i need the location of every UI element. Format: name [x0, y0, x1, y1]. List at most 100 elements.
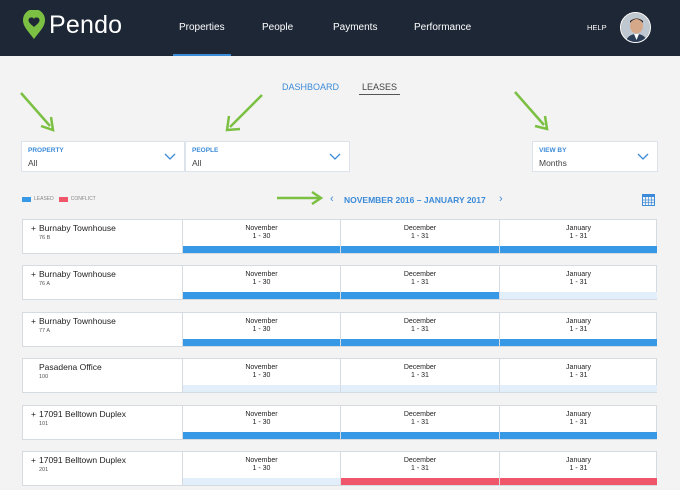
lease-bar-empty[interactable] — [183, 478, 340, 485]
lease-bar-conflict[interactable] — [500, 478, 657, 485]
nav-people[interactable]: People — [262, 0, 293, 56]
nav-properties[interactable]: Properties — [173, 0, 231, 56]
month-name: January — [566, 364, 591, 372]
lease-bar-leased[interactable] — [341, 246, 499, 253]
view-by-filter-value: Months — [539, 158, 567, 168]
property-filter[interactable]: PROPERTY All — [21, 141, 185, 172]
expand-icon[interactable]: + — [31, 316, 39, 326]
lease-bar-empty[interactable] — [183, 385, 340, 393]
month-cell[interactable]: January 1 - 31 — [499, 312, 657, 346]
month-cell[interactable]: November 1 - 30 — [182, 405, 340, 439]
month-cell[interactable]: December 1 - 31 — [340, 359, 499, 393]
month-cell[interactable]: January 1 - 31 — [499, 405, 657, 439]
lease-bar-leased[interactable] — [183, 338, 340, 346]
month-cell[interactable]: November 1 - 30 — [182, 452, 340, 485]
lease-bar-leased[interactable] — [183, 246, 340, 253]
user-avatar[interactable] — [620, 12, 651, 43]
property-unit: 201 — [39, 467, 49, 473]
month-name: November — [245, 317, 278, 325]
view-by-filter[interactable]: VIEW BY Months — [532, 141, 658, 172]
month-day-range: 1 - 31 — [411, 372, 429, 380]
logo-text: Pendo — [49, 10, 123, 39]
expand-icon[interactable]: + — [31, 269, 39, 279]
help-link[interactable]: HELP — [587, 0, 607, 56]
next-period-button[interactable]: › — [499, 193, 503, 205]
lease-row[interactable]: +17091 Belltown Duplex 101 November 1 - 30 D… — [22, 404, 657, 440]
lease-row[interactable]: + Burnaby Townhouse 76 B November 1 - 30 Dece… — [22, 219, 657, 254]
month-cell[interactable]: January 1 - 31 — [499, 359, 657, 393]
month-cell[interactable]: December 1 - 31 — [340, 312, 499, 346]
lease-row[interactable]: + Burnaby Townhouse 76 A November 1 - 30 Dece… — [22, 265, 657, 301]
month-day-range: 1 - 30 — [252, 465, 271, 472]
month-cell[interactable]: November 1 - 30 — [182, 312, 340, 346]
property-cell[interactable]: + Burnaby Townhouse 76 B — [23, 220, 182, 253]
lease-bar-empty[interactable] — [341, 385, 499, 393]
tab-dashboard[interactable]: DASHBOARD — [282, 82, 339, 92]
month-cell[interactable]: December 1 - 31 — [340, 452, 499, 485]
month-name: January — [566, 410, 591, 418]
month-cell[interactable]: January 1 - 31 — [499, 220, 657, 253]
month-cell[interactable]: December 1 - 31 — [340, 405, 499, 439]
nav-performance[interactable]: Performance — [414, 0, 471, 56]
month-day-range: 1 - 31 — [569, 233, 588, 240]
property-cell[interactable]: +17091 Belltown Duplex 201 — [23, 452, 182, 485]
lease-bar-leased[interactable] — [341, 431, 499, 439]
month-name: November — [245, 364, 278, 372]
lease-bar-leased[interactable] — [341, 338, 499, 346]
property-cell[interactable]: + Burnaby Townhouse 77 A — [23, 313, 182, 346]
property-name: +17091 Belltown Duplex — [31, 455, 126, 465]
expand-icon[interactable]: + — [31, 223, 39, 233]
chevron-down-icon — [164, 153, 176, 160]
property-filter-value: All — [28, 158, 38, 168]
month-cell[interactable]: January 1 - 31 — [499, 452, 657, 485]
property-cell[interactable]: + Burnaby Townhouse 76 A — [23, 266, 182, 299]
tab-leases[interactable]: LEASES — [359, 82, 401, 95]
nav-payments[interactable]: Payments — [333, 0, 377, 56]
calendar-icon[interactable] — [642, 194, 655, 206]
lease-row[interactable]: Pasadena Office 100 November 1 - 30 December… — [22, 358, 657, 394]
month-cell[interactable]: December 1 - 31 — [340, 266, 499, 300]
month-day-range: 1 - 31 — [411, 233, 429, 240]
people-filter[interactable]: PEOPLE All — [185, 141, 350, 172]
pendo-logo[interactable]: Pendo — [22, 10, 122, 40]
lease-bar-empty[interactable] — [500, 292, 657, 300]
expand-icon[interactable]: + — [31, 409, 39, 419]
expand-icon[interactable]: + — [31, 455, 39, 465]
lease-bar-leased[interactable] — [500, 338, 657, 346]
month-cell[interactable]: November 1 - 30 — [182, 220, 340, 253]
people-filter-label: PEOPLE — [192, 147, 219, 154]
property-cell[interactable]: +17091 Belltown Duplex 101 — [23, 406, 182, 439]
month-day-range: 1 - 31 — [411, 418, 429, 426]
month-name: December — [403, 457, 437, 464]
lease-bar-empty[interactable] — [500, 385, 657, 393]
prev-period-button[interactable]: ‹ — [330, 193, 334, 205]
lease-bar-leased[interactable] — [341, 292, 499, 300]
month-day-range: 1 - 30 — [252, 418, 271, 426]
property-name-text: 17091 Belltown Duplex — [39, 408, 126, 419]
month-cell[interactable]: November 1 - 30 — [182, 266, 340, 300]
lease-row[interactable]: +17091 Belltown Duplex 201 November 1 - 30 D… — [22, 451, 657, 486]
month-day-range: 1 - 30 — [252, 325, 271, 333]
month-name: January — [566, 457, 591, 464]
property-unit: 76 B — [39, 235, 51, 241]
lease-bar-conflict[interactable] — [341, 478, 499, 485]
conflict-swatch — [58, 196, 68, 202]
property-name-text: Pasadena Office — [39, 362, 102, 373]
property-name: Pasadena Office — [31, 362, 102, 372]
lease-bar-leased[interactable] — [500, 246, 657, 253]
property-name-text: Burnaby Townhouse — [39, 315, 116, 326]
lease-bar-leased[interactable] — [183, 431, 340, 439]
month-day-range: 1 - 31 — [569, 418, 588, 426]
month-day-range: 1 - 31 — [569, 465, 588, 472]
month-cell[interactable]: December 1 - 31 — [340, 220, 499, 253]
property-cell[interactable]: Pasadena Office 100 — [23, 359, 182, 392]
property-unit: 100 — [39, 374, 49, 381]
month-name: November — [245, 457, 278, 464]
month-day-range: 1 - 30 — [252, 233, 271, 240]
annotation-arrow-icon — [225, 94, 263, 132]
month-cell[interactable]: January 1 - 31 — [499, 266, 657, 300]
lease-row[interactable]: + Burnaby Townhouse 77 A November 1 - 30 Dece… — [22, 311, 657, 347]
lease-bar-leased[interactable] — [500, 431, 657, 439]
lease-bar-leased[interactable] — [183, 292, 340, 300]
month-cell[interactable]: November 1 - 30 — [182, 359, 340, 393]
